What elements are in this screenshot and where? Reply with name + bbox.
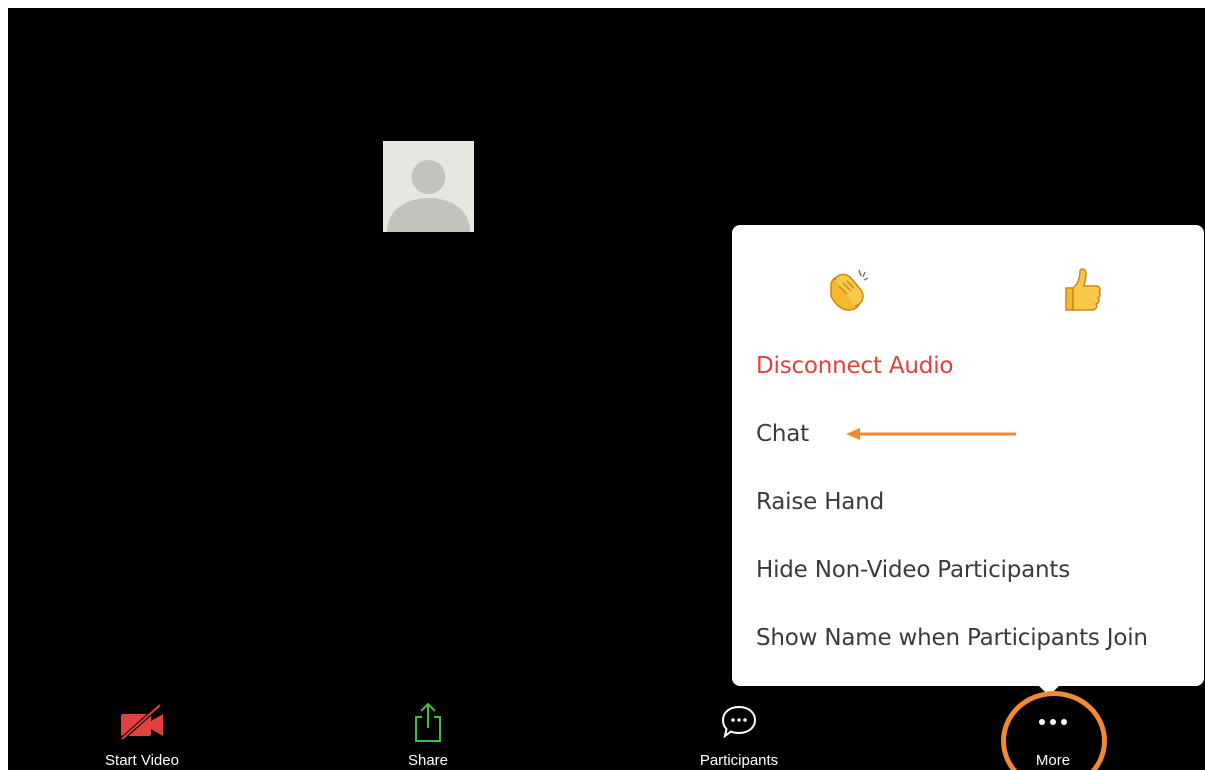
clapping-hands-icon [830, 269, 869, 311]
menu-item-show-name-when-participants-join[interactable]: Show Name when Participants Join [756, 625, 1148, 651]
thumbs-up-icon [1065, 268, 1101, 311]
meeting-screen: Disconnect Audio Chat Raise Hand Hide No… [8, 8, 1205, 770]
more-label: More [1035, 752, 1071, 769]
more-dots-icon [1039, 719, 1067, 725]
participants-chat-bubble-icon [721, 705, 757, 739]
meeting-toolbar: Start Video Share Participants More [8, 698, 1205, 770]
share-label: Share [407, 752, 449, 769]
share-icon [415, 702, 441, 742]
menu-item-disconnect-audio[interactable]: Disconnect Audio [756, 353, 953, 379]
menu-item-raise-hand[interactable]: Raise Hand [756, 489, 884, 515]
thumbs-up-button[interactable] [1052, 260, 1112, 320]
video-off-icon [120, 704, 163, 740]
menu-item-hide-non-video-participants[interactable]: Hide Non-Video Participants [756, 557, 1070, 583]
participants-label: Participants [699, 752, 779, 769]
participant-avatar [383, 141, 474, 232]
start-video-label: Start Video [105, 752, 179, 769]
share-button[interactable]: Share [353, 698, 503, 770]
more-menu: Disconnect Audio Chat Raise Hand Hide No… [732, 225, 1204, 686]
clapping-hands-button[interactable] [817, 260, 877, 320]
menu-item-chat[interactable]: Chat [756, 421, 809, 447]
default-user-icon [387, 160, 470, 232]
start-video-button[interactable]: Start Video [67, 698, 217, 770]
annotation-arrow [846, 428, 1016, 440]
more-button[interactable]: More [978, 698, 1128, 770]
participants-button[interactable]: Participants [664, 698, 814, 770]
